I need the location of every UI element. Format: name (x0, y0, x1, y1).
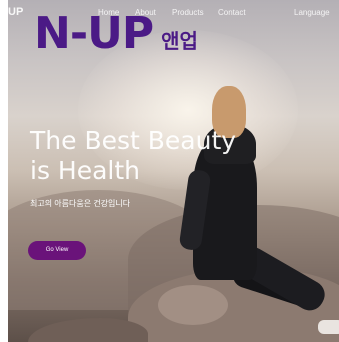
woman-shoe (318, 320, 339, 334)
nav-link-contact[interactable]: Contact (218, 8, 246, 17)
rock-highlight (158, 285, 228, 325)
rock-foreground (28, 318, 148, 342)
hero-headline-line-2: is Health (30, 156, 141, 185)
page: UP Home About Products Contact Language … (0, 0, 339, 342)
brand-name: N-UP (34, 8, 154, 59)
hero-subline: 최고의 아름다움은 건강입니다 (30, 199, 131, 208)
brand-logo: N-UP 앤업 (34, 10, 198, 58)
nav-logo[interactable]: UP (8, 6, 23, 18)
hero-headline: The Best Beauty is Health (30, 126, 236, 186)
go-view-button[interactable]: Go View (28, 241, 86, 260)
brand-korean-name: 앤업 (161, 29, 198, 53)
nav-link-language[interactable]: Language (294, 8, 330, 17)
hero-headline-line-1: The Best Beauty (30, 126, 237, 155)
